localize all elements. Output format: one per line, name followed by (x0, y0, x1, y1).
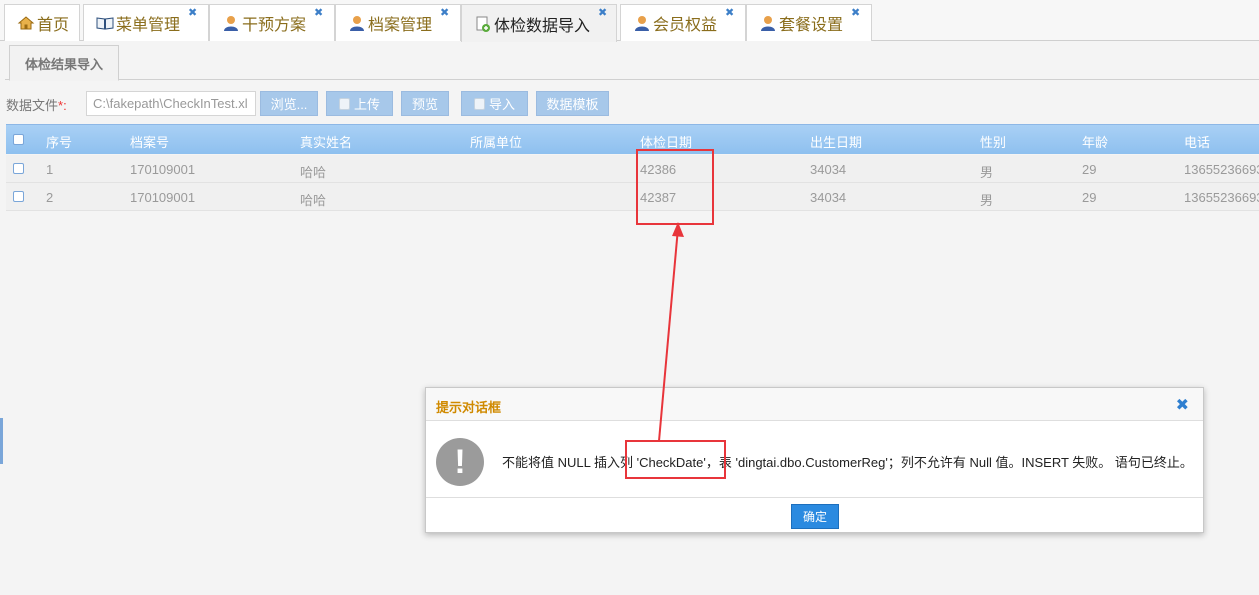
annotation-arrow (658, 222, 684, 442)
